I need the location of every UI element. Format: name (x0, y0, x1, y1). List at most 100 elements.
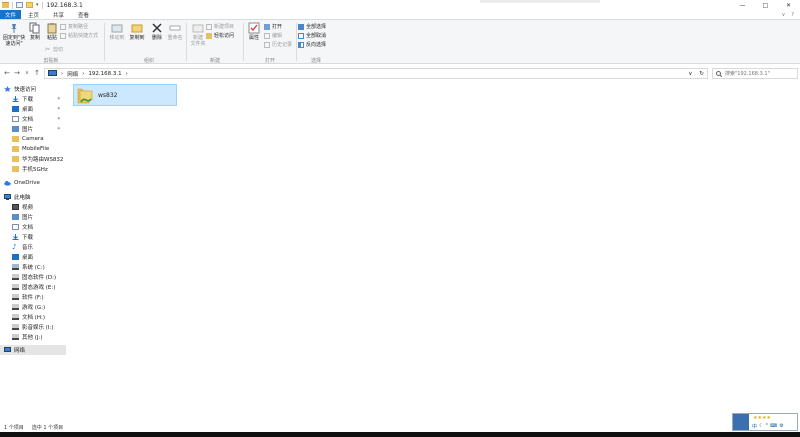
collapse-ribbon-button[interactable]: ∨ (782, 12, 786, 18)
nav-network[interactable]: 网络 (0, 345, 66, 355)
maximize-button[interactable]: □ (754, 0, 777, 10)
pin-quick-access-button[interactable]: 固定到"快速访问" (2, 22, 26, 47)
address-dropdown-button[interactable]: ∨ (688, 71, 692, 77)
copy-path-button[interactable]: 复制路径 (60, 23, 88, 30)
nav-item-label: 视频 (22, 205, 34, 211)
select-none-button[interactable]: 全部取消 (298, 32, 326, 39)
tab-file[interactable]: 文件 (0, 10, 22, 19)
up-button[interactable]: ↑ (32, 69, 42, 77)
nav-item-label: 音乐 (22, 245, 34, 251)
nav-item-downloads[interactable]: 下载 (0, 232, 66, 242)
moon-icon[interactable]: ☾ (759, 423, 763, 430)
desktop-icon (12, 254, 19, 260)
folder-icon (12, 146, 19, 152)
copy-to-button[interactable]: 复制到 (128, 22, 146, 42)
nav-this-pc-label: 此电脑 (14, 195, 31, 201)
new-folder-icon[interactable] (26, 2, 33, 8)
new-item-button[interactable]: 新建项目 (206, 23, 234, 30)
tab-view[interactable]: 查看 (71, 10, 96, 19)
nav-item-folder[interactable]: Camera (0, 134, 66, 144)
invert-selection-button[interactable]: 反向选择 (298, 41, 326, 48)
select-all-button[interactable]: 全部选择 (298, 23, 326, 30)
drive-icon (12, 304, 19, 310)
nav-quick-access[interactable]: 快速访问 (0, 84, 66, 94)
open-label: 打开 (272, 24, 283, 30)
nav-item-drive[interactable]: 其他 (J:) (0, 332, 66, 342)
network-icon (4, 347, 11, 352)
drive-icon (12, 294, 19, 300)
rename-button[interactable]: 重命名 (166, 22, 184, 42)
nav-item-desktop[interactable]: 桌面 ✶ (0, 104, 66, 114)
paste-button[interactable]: 粘贴 (45, 22, 59, 42)
tab-home[interactable]: 主页 (21, 10, 46, 19)
history-button[interactable]: 历史记录 (264, 41, 292, 48)
nav-item-drive[interactable]: 游戏 (G:) (0, 302, 66, 312)
nav-item-documents[interactable]: 文档 ✶ (0, 114, 66, 124)
forward-button[interactable]: → (12, 69, 22, 77)
list-item[interactable]: ws832 (73, 84, 177, 106)
open-icon (264, 23, 270, 30)
properties-button[interactable]: 属性 (247, 22, 261, 42)
cut-button[interactable]: ✂ 剪切 (45, 46, 63, 53)
pictures-icon (12, 126, 19, 132)
pin-icon: ✶ (56, 96, 61, 102)
nav-item-label: 桌面 (22, 107, 34, 113)
back-button[interactable]: ← (2, 69, 12, 77)
customize-toolbar-button[interactable]: ▾ (36, 2, 39, 8)
ime-toolbar[interactable]: 中 ☾ ° ⌨ ⚙ ★★★★ (732, 413, 798, 431)
ime-mode-icon[interactable]: 中 (752, 423, 757, 430)
nav-item-label: 影音娱乐 (I:) (22, 325, 54, 331)
minimize-button[interactable]: — (731, 0, 754, 10)
select-none-label: 全部取消 (306, 33, 327, 39)
open-button[interactable]: 打开 (264, 23, 282, 30)
nav-item-desktop[interactable]: 桌面 (0, 252, 66, 262)
nav-item-drive[interactable]: 文档 (H:) (0, 312, 66, 322)
edit-button[interactable]: 编辑 (264, 32, 282, 39)
keyboard-icon[interactable]: ⌨ (770, 423, 777, 430)
checkbox-icon[interactable] (16, 2, 23, 8)
breadcrumb-current[interactable]: 192.168.3.1 (88, 71, 121, 77)
documents-icon (12, 116, 19, 122)
nav-item-label: 固态游戏 (E:) (22, 285, 56, 291)
taskbar (0, 432, 800, 437)
nav-item-drive[interactable]: 软件 (F:) (0, 292, 66, 302)
divider (104, 23, 105, 61)
new-group-label: 新建 (209, 58, 220, 64)
new-folder-button[interactable]: 新建 文件夹 (188, 22, 208, 47)
folder-icon (2, 2, 9, 8)
nav-item-drive[interactable]: 影音娱乐 (I:) (0, 322, 66, 332)
nav-item-drive[interactable]: 固态软件 (D:) (0, 272, 66, 282)
nav-item-documents[interactable]: 文档 (0, 222, 66, 232)
nav-item-folder[interactable]: 华为路由WS832 (0, 154, 66, 164)
address-separator: › (125, 70, 128, 77)
delete-button[interactable]: 删除 (150, 22, 164, 42)
file-list[interactable]: ws832 (68, 82, 800, 422)
ime-dot-icon[interactable]: ° (766, 423, 769, 430)
easy-access-button[interactable]: 轻松访问 (206, 32, 234, 39)
nav-item-music[interactable]: ♪ 音乐 (0, 242, 66, 252)
help-button[interactable]: ? (791, 12, 794, 18)
new-folder-label: 新建 文件夹 (190, 35, 206, 47)
move-to-button[interactable]: 移动到 (108, 22, 126, 42)
close-button[interactable]: ✕ (777, 0, 800, 10)
refresh-button[interactable]: ↻ (696, 71, 707, 77)
recent-locations-button[interactable]: ∨ (22, 70, 32, 76)
nav-this-pc[interactable]: 此电脑 (0, 192, 66, 202)
nav-item-drive[interactable]: 系统 (C:) (0, 262, 66, 272)
nav-item-pictures[interactable]: 图片 ✶ (0, 124, 66, 134)
wrench-icon[interactable]: ⚙ (779, 423, 783, 430)
nav-item-drive[interactable]: 固态游戏 (E:) (0, 282, 66, 292)
nav-item-pictures[interactable]: 图片 (0, 212, 66, 222)
copy-button[interactable]: 复制 (28, 22, 42, 42)
nav-item-folder[interactable]: 手机5GHz (0, 164, 66, 174)
nav-onedrive[interactable]: OneDrive (0, 178, 66, 188)
nav-item-folder[interactable]: MobileFile (0, 144, 66, 154)
paste-shortcut-button[interactable]: 粘贴快捷方式 (60, 32, 98, 39)
nav-onedrive-label: OneDrive (14, 180, 40, 186)
breadcrumb-network[interactable]: 网络 (67, 70, 78, 78)
search-input[interactable]: 搜索"192.168.3.1" (712, 68, 798, 79)
tab-share[interactable]: 共享 (46, 10, 71, 19)
nav-item-videos[interactable]: 视频 (0, 202, 66, 212)
nav-item-downloads[interactable]: 下载 ✶ (0, 94, 66, 104)
address-box[interactable]: › 网络 › 192.168.3.1 › ∨ ↻ (44, 68, 708, 79)
